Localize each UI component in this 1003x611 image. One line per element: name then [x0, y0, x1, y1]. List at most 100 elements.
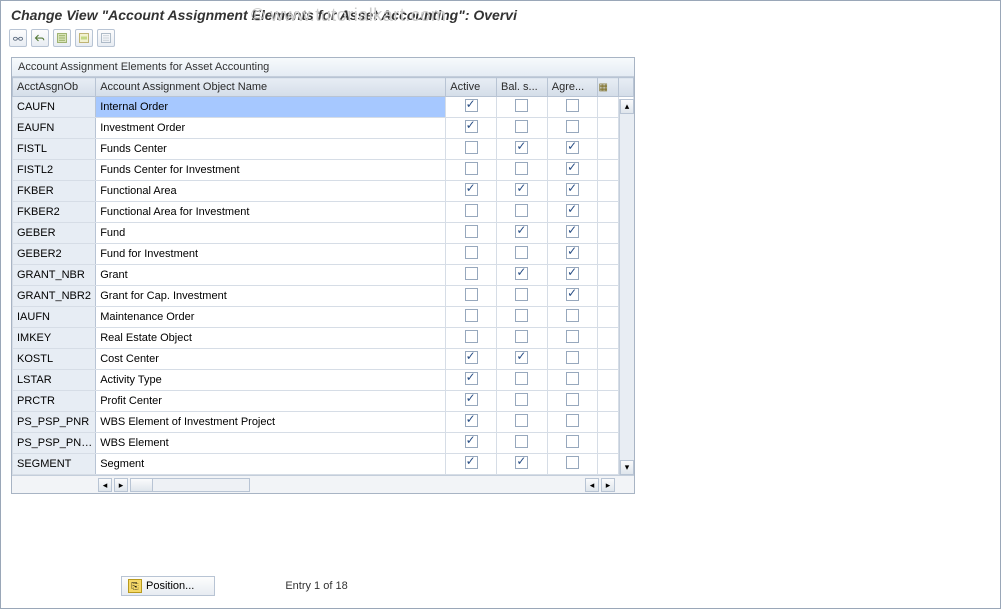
- cell-key[interactable]: GRANT_NBR2: [13, 286, 96, 307]
- cell-key[interactable]: GEBER: [13, 223, 96, 244]
- agre-checkbox[interactable]: [566, 414, 579, 427]
- bals-checkbox[interactable]: [515, 183, 528, 196]
- cell-name[interactable]: Grant: [96, 265, 446, 286]
- bals-checkbox[interactable]: [515, 372, 528, 385]
- active-checkbox[interactable]: [465, 120, 478, 133]
- agre-checkbox[interactable]: [566, 393, 579, 406]
- col-header-active[interactable]: Active: [446, 78, 497, 97]
- undo-button[interactable]: [31, 29, 49, 47]
- toggle-display-change-button[interactable]: [9, 29, 27, 47]
- select-block-button[interactable]: [75, 29, 93, 47]
- cell-key[interactable]: IMKEY: [13, 328, 96, 349]
- bals-checkbox[interactable]: [515, 456, 528, 469]
- agre-checkbox[interactable]: [566, 309, 579, 322]
- agre-checkbox[interactable]: [566, 330, 579, 343]
- cell-name[interactable]: Funds Center for Investment: [96, 160, 446, 181]
- bals-checkbox[interactable]: [515, 141, 528, 154]
- agre-checkbox[interactable]: [566, 225, 579, 238]
- active-checkbox[interactable]: [465, 435, 478, 448]
- agre-checkbox[interactable]: [566, 267, 579, 280]
- table-row[interactable]: GRANT_NBR2Grant for Cap. Investment: [13, 286, 634, 307]
- active-checkbox[interactable]: [465, 141, 478, 154]
- cell-key[interactable]: GEBER2: [13, 244, 96, 265]
- cell-key[interactable]: PS_PSP_PNR: [13, 412, 96, 433]
- cell-name[interactable]: Functional Area for Investment: [96, 202, 446, 223]
- cell-name[interactable]: Fund: [96, 223, 446, 244]
- cell-name[interactable]: Internal Order: [96, 97, 446, 118]
- agre-checkbox[interactable]: [566, 141, 579, 154]
- select-all-button[interactable]: [53, 29, 71, 47]
- cell-key[interactable]: PRCTR: [13, 391, 96, 412]
- cell-name[interactable]: Funds Center: [96, 139, 446, 160]
- scroll-up-button[interactable]: ▴: [620, 99, 634, 114]
- agre-checkbox[interactable]: [566, 162, 579, 175]
- vertical-scrollbar[interactable]: ▴ ▾: [619, 99, 634, 475]
- active-checkbox[interactable]: [465, 309, 478, 322]
- cell-key[interactable]: FKBER: [13, 181, 96, 202]
- table-row[interactable]: IMKEYReal Estate Object: [13, 328, 634, 349]
- agre-checkbox[interactable]: [566, 372, 579, 385]
- cell-name[interactable]: Cost Center: [96, 349, 446, 370]
- active-checkbox[interactable]: [465, 414, 478, 427]
- table-row[interactable]: GRANT_NBRGrant: [13, 265, 634, 286]
- table-row[interactable]: PS_PSP_PNRWBS Element of Investment Proj…: [13, 412, 634, 433]
- agre-checkbox[interactable]: [566, 99, 579, 112]
- agre-checkbox[interactable]: [566, 120, 579, 133]
- cell-key[interactable]: KOSTL: [13, 349, 96, 370]
- active-checkbox[interactable]: [465, 456, 478, 469]
- cell-name[interactable]: Maintenance Order: [96, 307, 446, 328]
- active-checkbox[interactable]: [465, 288, 478, 301]
- position-button[interactable]: ⎘ Position...: [121, 576, 215, 596]
- table-row[interactable]: EAUFNInvestment Order: [13, 118, 634, 139]
- table-row[interactable]: LSTARActivity Type: [13, 370, 634, 391]
- scroll-left-button[interactable]: ◂: [98, 478, 112, 492]
- active-checkbox[interactable]: [465, 372, 478, 385]
- active-checkbox[interactable]: [465, 246, 478, 259]
- col-header-agre[interactable]: Agre...: [547, 78, 598, 97]
- scroll-down-button[interactable]: ▾: [620, 460, 634, 475]
- cell-key[interactable]: FISTL2: [13, 160, 96, 181]
- table-row[interactable]: FISTL2Funds Center for Investment: [13, 160, 634, 181]
- bals-checkbox[interactable]: [515, 246, 528, 259]
- active-checkbox[interactable]: [465, 330, 478, 343]
- col-header-configure[interactable]: ▦: [598, 78, 618, 97]
- active-checkbox[interactable]: [465, 267, 478, 280]
- deselect-all-button[interactable]: [97, 29, 115, 47]
- cell-key[interactable]: SEGMENT: [13, 454, 96, 475]
- scroll-right-end-button[interactable]: ▸: [601, 478, 615, 492]
- bals-checkbox[interactable]: [515, 267, 528, 280]
- bals-checkbox[interactable]: [515, 330, 528, 343]
- table-row[interactable]: SEGMENTSegment: [13, 454, 634, 475]
- scroll-right-button[interactable]: ▸: [114, 478, 128, 492]
- agre-checkbox[interactable]: [566, 183, 579, 196]
- agre-checkbox[interactable]: [566, 288, 579, 301]
- table-row[interactable]: GEBERFund: [13, 223, 634, 244]
- cell-name[interactable]: WBS Element: [96, 433, 446, 454]
- active-checkbox[interactable]: [465, 351, 478, 364]
- hscroll-thumb[interactable]: [131, 479, 153, 491]
- cell-key[interactable]: EAUFN: [13, 118, 96, 139]
- agre-checkbox[interactable]: [566, 246, 579, 259]
- table-row[interactable]: KOSTLCost Center: [13, 349, 634, 370]
- scroll-left-end-button[interactable]: ◂: [585, 478, 599, 492]
- active-checkbox[interactable]: [465, 183, 478, 196]
- cell-key[interactable]: GRANT_NBR: [13, 265, 96, 286]
- table-row[interactable]: FISTLFunds Center: [13, 139, 634, 160]
- agre-checkbox[interactable]: [566, 456, 579, 469]
- bals-checkbox[interactable]: [515, 414, 528, 427]
- cell-name[interactable]: Activity Type: [96, 370, 446, 391]
- bals-checkbox[interactable]: [515, 393, 528, 406]
- bals-checkbox[interactable]: [515, 225, 528, 238]
- cell-name[interactable]: Investment Order: [96, 118, 446, 139]
- bals-checkbox[interactable]: [515, 435, 528, 448]
- table-row[interactable]: FKBERFunctional Area: [13, 181, 634, 202]
- bals-checkbox[interactable]: [515, 120, 528, 133]
- cell-name[interactable]: WBS Element of Investment Project: [96, 412, 446, 433]
- cell-key[interactable]: CAUFN: [13, 97, 96, 118]
- bals-checkbox[interactable]: [515, 99, 528, 112]
- table-row[interactable]: IAUFNMaintenance Order: [13, 307, 634, 328]
- active-checkbox[interactable]: [465, 225, 478, 238]
- active-checkbox[interactable]: [465, 162, 478, 175]
- bals-checkbox[interactable]: [515, 351, 528, 364]
- cell-key[interactable]: LSTAR: [13, 370, 96, 391]
